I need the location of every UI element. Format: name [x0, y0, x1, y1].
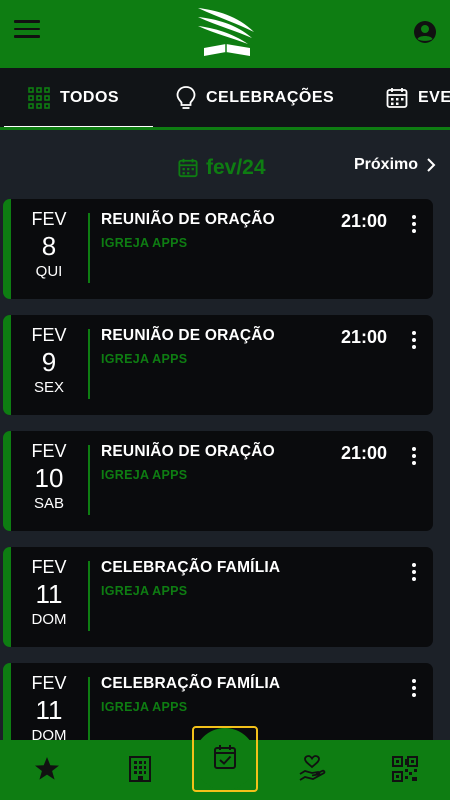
event-day: 10 [34, 463, 64, 493]
date-divider [88, 677, 90, 747]
event-organizer: IGREJA APPS [101, 236, 188, 250]
event-organizer: IGREJA APPS [101, 700, 188, 714]
more-vert-icon[interactable] [407, 329, 421, 351]
event-organizer: IGREJA APPS [101, 352, 188, 366]
event-time: 21:00 [341, 327, 388, 347]
more-vert-icon[interactable] [407, 445, 421, 467]
event-weekday: DOM [31, 611, 67, 628]
event-title: CELEBRAÇÃO FAMÍLIA [101, 559, 281, 576]
event-time: 21:00 [341, 443, 388, 463]
event-day: 9 [41, 347, 57, 377]
event-month: FEV [31, 557, 67, 577]
event-title: REUNIÃO DE ORAÇÃO [101, 327, 275, 344]
month-navigation: fev/24 Próximo [0, 130, 450, 200]
event-time: 21:00 [341, 211, 388, 231]
category-tabs: TODOS CELEBRAÇÕES EVE [0, 64, 450, 130]
event-organizer: IGREJA APPS [101, 468, 188, 482]
date-divider [88, 213, 90, 283]
tab-label: EVE [418, 88, 450, 106]
event-date: FEV 8 QUI [11, 209, 87, 281]
calendar-check-icon [214, 745, 236, 769]
date-divider [88, 561, 90, 631]
tab-eventos[interactable]: EVE [386, 68, 450, 127]
event-title: REUNIÃO DE ORAÇÃO [101, 443, 275, 460]
event-weekday: QUI [35, 263, 63, 280]
event-title: CELEBRAÇÃO FAMÍLIA [101, 675, 281, 692]
building-icon[interactable] [125, 754, 155, 784]
event-organizer: IGREJA APPS [101, 584, 188, 598]
month-label: fev/24 [206, 156, 266, 179]
tab-label: TODOS [60, 88, 120, 106]
event-date: FEV 11 DOM [11, 673, 87, 745]
next-month-button[interactable]: Próximo [354, 156, 436, 174]
event-card[interactable]: FEV 9 SEX REUNIÃO DE ORAÇÃO IGREJA APPS … [3, 315, 433, 415]
tab-todos[interactable]: TODOS [4, 68, 153, 127]
calendar-nav-button[interactable] [192, 726, 258, 800]
current-month: fev/24 [178, 156, 266, 180]
qr-code-icon[interactable] [390, 754, 420, 784]
more-vert-icon[interactable] [407, 677, 421, 699]
more-vert-icon[interactable] [407, 561, 421, 583]
event-month: FEV [31, 441, 67, 461]
event-title: REUNIÃO DE ORAÇÃO [101, 211, 275, 228]
event-date: FEV 10 SAB [11, 441, 87, 513]
event-day: 11 [35, 579, 63, 609]
heart-hand-icon[interactable] [297, 754, 327, 784]
account-circle-icon[interactable] [413, 20, 437, 44]
event-card[interactable]: FEV 8 QUI REUNIÃO DE ORAÇÃO IGREJA APPS … [3, 199, 433, 299]
date-divider [88, 329, 90, 399]
lightbulb-icon [176, 85, 196, 109]
more-vert-icon[interactable] [407, 213, 421, 235]
event-month: FEV [31, 325, 67, 345]
event-date: FEV 9 SEX [11, 325, 87, 397]
event-month: FEV [31, 209, 67, 229]
date-divider [88, 445, 90, 515]
event-date: FEV 11 DOM [11, 557, 87, 629]
event-weekday: SEX [33, 379, 64, 396]
event-weekday: SAB [33, 495, 64, 512]
event-month: FEV [31, 673, 67, 693]
event-card[interactable]: FEV 10 SAB REUNIÃO DE ORAÇÃO IGREJA APPS… [3, 431, 433, 531]
event-day: 8 [41, 231, 57, 261]
calendar-icon [386, 87, 408, 108]
event-day: 11 [35, 695, 63, 725]
next-label: Próximo [354, 156, 419, 173]
star-icon[interactable] [32, 754, 62, 784]
menu-icon[interactable] [14, 20, 40, 42]
tab-label: CELEBRAÇÕES [206, 88, 335, 106]
app-bar [0, 0, 450, 64]
wings-book-logo [198, 8, 254, 56]
calendar-icon [178, 158, 198, 178]
chevron-right-icon [427, 158, 436, 172]
grid-dots-icon [28, 86, 50, 109]
tab-celebracoes[interactable]: CELEBRAÇÕES [176, 68, 334, 127]
event-card[interactable]: FEV 11 DOM CELEBRAÇÃO FAMÍLIA IGREJA APP… [3, 547, 433, 647]
